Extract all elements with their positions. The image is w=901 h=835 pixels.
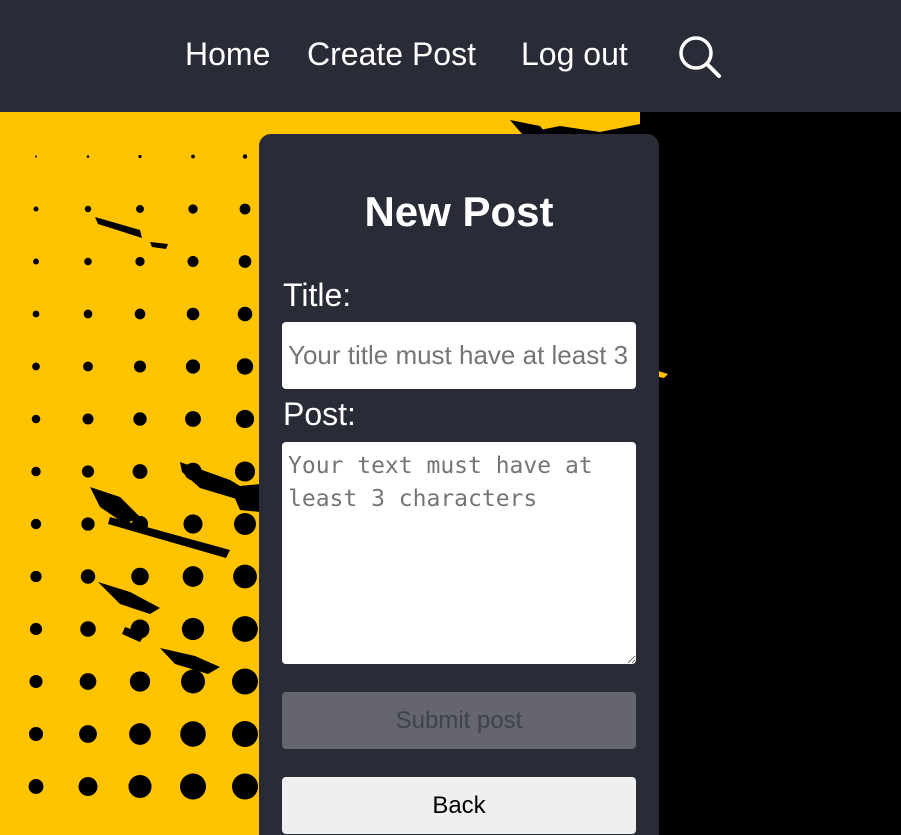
search-icon[interactable] (676, 33, 722, 79)
post-label: Post: (283, 396, 356, 432)
navbar: Home Create Post Log out (0, 0, 901, 112)
page-title: New Post (364, 188, 554, 235)
submit-post-button[interactable]: Submit post (282, 692, 636, 749)
nav-home-link[interactable]: Home (185, 34, 270, 74)
title-input[interactable] (282, 322, 636, 389)
title-label: Title: (283, 277, 352, 313)
nav-create-post-link[interactable]: Create Post (307, 34, 476, 74)
post-textarea[interactable] (282, 442, 636, 664)
nav-log-out-link[interactable]: Log out (521, 34, 628, 74)
back-button[interactable]: Back (282, 777, 636, 834)
